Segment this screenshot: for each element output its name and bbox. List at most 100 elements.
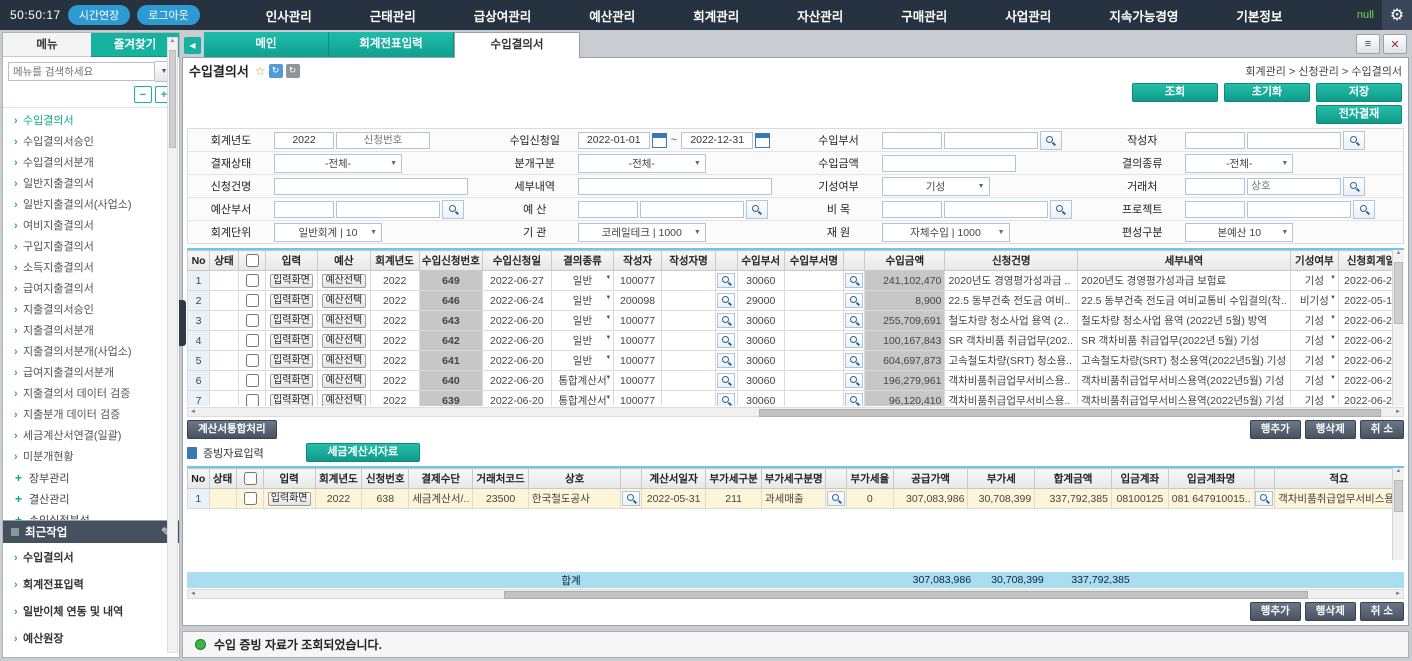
grid-row[interactable]: 1입력화면예산선택20226492022-06-27일반▼10007730060… — [188, 271, 1404, 291]
recent-item[interactable]: 회계전표입력 — [3, 572, 179, 599]
global-menu-item[interactable]: 사업관리 — [1005, 6, 1051, 25]
resolution-type-header[interactable]: 결의종류 — [551, 251, 614, 271]
resolution-type-cell[interactable]: 통합계산서▼ — [551, 371, 614, 391]
account-name-header[interactable]: 입금계좌명 — [1168, 469, 1254, 489]
fund-source-select[interactable]: 자체수입 | 1000▼ — [882, 223, 1010, 242]
recent-item[interactable]: 수입결의서 — [3, 545, 179, 572]
row-checkbox[interactable] — [246, 314, 259, 327]
writer-code-input[interactable] — [1185, 132, 1245, 149]
remark-header[interactable]: 적요 — [1275, 469, 1404, 489]
supply-header[interactable]: 공급가액 — [893, 469, 968, 489]
resolution-type-cell[interactable]: 일반▼ — [551, 311, 614, 331]
save-button[interactable]: 저장 — [1316, 83, 1402, 102]
status-header[interactable]: 상태 — [210, 251, 239, 271]
budget-button[interactable]: 예산선택 — [322, 374, 365, 388]
sidebar-menu-item[interactable]: 결산관리 — [3, 489, 179, 510]
budget-button[interactable]: 예산선택 — [322, 334, 365, 348]
vendor-code-header[interactable]: 거래처코드 — [473, 469, 529, 489]
sidebar-menu-item[interactable]: 장부관리 — [3, 468, 179, 489]
request-title-input[interactable] — [274, 178, 468, 195]
global-menu-item[interactable]: 구매관리 — [901, 6, 947, 25]
grid-row[interactable]: 6입력화면예산선택20226402022-06-20통합계산서▼10007730… — [188, 371, 1404, 391]
input-header[interactable]: 입력 — [265, 251, 317, 271]
logout-button[interactable]: 로그아웃 — [137, 5, 199, 25]
extend-time-button[interactable]: 시간연장 — [68, 5, 130, 25]
document-tab[interactable]: 메인 — [204, 32, 329, 57]
completion-cell[interactable]: 기성▼ — [1290, 351, 1338, 371]
remark-search-header[interactable] — [1254, 469, 1275, 489]
input-button[interactable]: 입력화면 — [270, 314, 313, 328]
evidence-grid-vscroll[interactable]: ▲ — [1392, 468, 1404, 560]
tab-close-icon[interactable]: ✕ — [1383, 34, 1407, 54]
collapse-all-button[interactable]: − — [134, 86, 152, 103]
resolution-type-cell[interactable]: 일반▼ — [551, 271, 614, 291]
income-date-from-input[interactable] — [578, 132, 650, 149]
global-menu-item[interactable]: 인사관리 — [266, 6, 312, 25]
search-icon[interactable] — [1255, 491, 1273, 506]
budget-button[interactable]: 예산선택 — [322, 394, 365, 407]
request-no-input[interactable] — [336, 132, 430, 149]
sidebar-collapse-handle[interactable] — [179, 300, 186, 346]
sidebar-menu-item[interactable]: 일반지출결의서 — [3, 174, 179, 195]
completion-header[interactable]: 기성여부 — [1290, 251, 1338, 271]
vat-header[interactable]: 부가세 — [968, 469, 1035, 489]
sidebar-menu-item[interactable]: 일반지출결의서(사업소) — [3, 195, 179, 216]
scroll-left-icon[interactable]: ◄ — [190, 408, 196, 416]
grid-row[interactable]: 3입력화면예산선택20226432022-06-20일반▼10007730060… — [188, 311, 1404, 331]
approval-status-select[interactable]: -전체-▼ — [274, 154, 402, 173]
completion-cell[interactable]: 기성▼ — [1290, 331, 1338, 351]
sidebar-menu-item[interactable]: 구입지출결의서 — [3, 237, 179, 258]
settings-gear-icon[interactable]: ⚙ — [1382, 0, 1412, 30]
dept-search-header[interactable] — [843, 251, 864, 271]
dept-name-header[interactable]: 수입부서명 — [784, 251, 843, 271]
status-header[interactable]: 상태 — [209, 469, 236, 489]
resolution-type-cell[interactable]: 일반▼ — [551, 291, 614, 311]
vendor-search-icon[interactable] — [1343, 177, 1365, 196]
search-icon[interactable] — [845, 353, 863, 368]
recent-item[interactable]: 예산원장 — [3, 626, 179, 653]
sidebar-menu-item[interactable]: 지출결의서분개 — [3, 321, 179, 342]
completion-select[interactable]: 기성▼ — [882, 177, 990, 196]
budget-button[interactable]: 예산선택 — [322, 294, 365, 308]
search-icon[interactable] — [717, 393, 735, 407]
search-icon[interactable] — [717, 353, 735, 368]
budget-header[interactable]: 예산 — [318, 251, 370, 271]
budget-search-icon[interactable] — [746, 200, 768, 219]
global-menu-item[interactable]: 급상여관리 — [474, 6, 532, 25]
search-icon[interactable] — [845, 333, 863, 348]
amount-header[interactable]: 수입금액 — [865, 251, 945, 271]
grid-row[interactable]: 4입력화면예산선택20226422022-06-20일반▼10007730060… — [188, 331, 1404, 351]
sidebar-tab[interactable]: 메뉴 — [3, 33, 91, 57]
global-menu-item[interactable]: 자산관리 — [797, 6, 843, 25]
row-checkbox[interactable] — [246, 394, 259, 406]
input-button[interactable]: 입력화면 — [268, 492, 311, 506]
global-menu-item[interactable]: 회계관리 — [693, 6, 739, 25]
writer-search-header[interactable] — [716, 251, 737, 271]
row-checkbox[interactable] — [246, 334, 259, 347]
check-header[interactable] — [236, 469, 263, 489]
global-menu-item[interactable]: 지속가능경영 — [1109, 6, 1178, 25]
document-tab[interactable]: 회계전표입력 — [329, 32, 454, 57]
income-grid-vscroll[interactable]: ▲ — [1392, 250, 1404, 406]
project-search-icon[interactable] — [1353, 200, 1375, 219]
row-add-button[interactable]: 행추가 — [1250, 602, 1301, 621]
search-icon[interactable] — [827, 491, 845, 506]
year-header[interactable]: 회계년도 — [370, 251, 419, 271]
invoice-merge-button[interactable]: 계산서통합처리 — [187, 420, 277, 439]
search-icon[interactable] — [717, 293, 735, 308]
sidebar-menu-item[interactable]: 소득지출결의서 — [3, 258, 179, 279]
total-header[interactable]: 합계금액 — [1035, 469, 1112, 489]
writer-name-header[interactable]: 작성자명 — [661, 251, 716, 271]
search-icon[interactable] — [717, 373, 735, 388]
sidebar-menu-item[interactable]: 수입결의서 — [3, 111, 179, 132]
writer-name-input[interactable] — [1247, 132, 1341, 149]
writer-header[interactable]: 작성자 — [614, 251, 661, 271]
sidebar-menu-item[interactable]: 세금계산서연결(일괄) — [3, 426, 179, 447]
search-icon[interactable] — [845, 373, 863, 388]
budget-dept-name-input[interactable] — [336, 201, 440, 218]
input-button[interactable]: 입력화면 — [270, 374, 313, 388]
vat-search-header[interactable] — [826, 469, 847, 489]
select-all-checkbox[interactable] — [246, 254, 259, 267]
input-button[interactable]: 입력화면 — [270, 394, 313, 407]
favorite-star-icon[interactable]: ☆ — [255, 64, 266, 78]
